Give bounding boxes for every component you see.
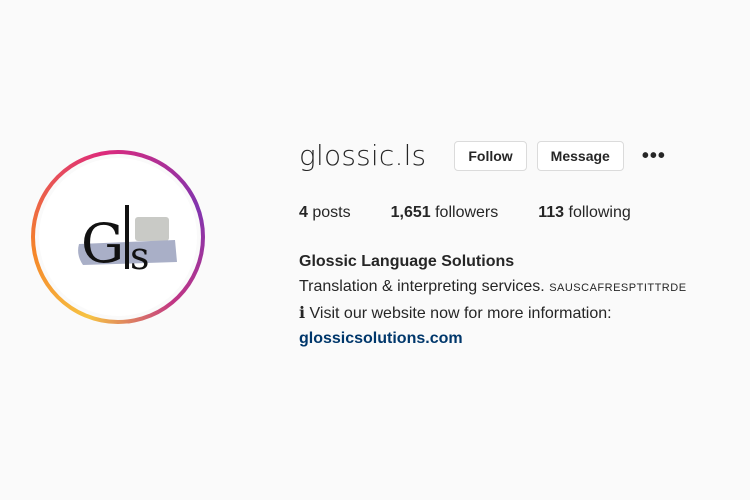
bio-line-1: Translation & interpreting services. SAU…: [299, 274, 687, 301]
profile-stats: 4 posts 1,651 followers 113 following: [299, 204, 671, 222]
profile-header: glossic.ls Follow Message •••: [299, 139, 666, 172]
following-count: 113: [538, 204, 565, 221]
info-icon: ℹ: [299, 305, 306, 322]
avatar[interactable]: G s: [39, 158, 197, 316]
bio-display-name: Glossic Language Solutions: [299, 253, 515, 270]
followers-label: followers: [435, 204, 499, 221]
username: glossic.ls: [299, 139, 427, 172]
avatar-border: G s: [35, 154, 201, 320]
follow-button[interactable]: Follow: [454, 140, 527, 171]
following-stat[interactable]: 113 following: [538, 204, 631, 222]
posts-count: 4: [299, 204, 308, 221]
more-options-icon[interactable]: •••: [642, 146, 666, 166]
posts-label: posts: [312, 204, 351, 221]
logo-letter-s: s: [130, 234, 150, 278]
followers-count: 1,651: [390, 204, 431, 221]
bio-info-text: Visit our website now for more informati…: [309, 305, 612, 322]
glossic-logo: G s: [78, 205, 177, 278]
message-button[interactable]: Message: [536, 140, 624, 171]
profile-avatar-ring[interactable]: G s: [31, 150, 205, 324]
country-flags: SAUSCAFRESPTITTRDE: [549, 282, 687, 294]
logo-letter-g: G: [81, 212, 124, 275]
bio-line-2: ℹ Visit our website now for more informa…: [299, 301, 687, 326]
bio-line-3: glossicsolutions.com: [299, 326, 687, 351]
logo-letter-l: [125, 205, 129, 269]
following-label: following: [568, 204, 631, 221]
posts-stat: 4 posts: [299, 204, 351, 222]
website-link[interactable]: glossicsolutions.com: [299, 330, 463, 347]
bio-description: Translation & interpreting services.: [299, 278, 545, 295]
profile-bio: Glossic Language Solutions Translation &…: [299, 249, 687, 351]
followers-stat[interactable]: 1,651 followers: [391, 204, 499, 222]
